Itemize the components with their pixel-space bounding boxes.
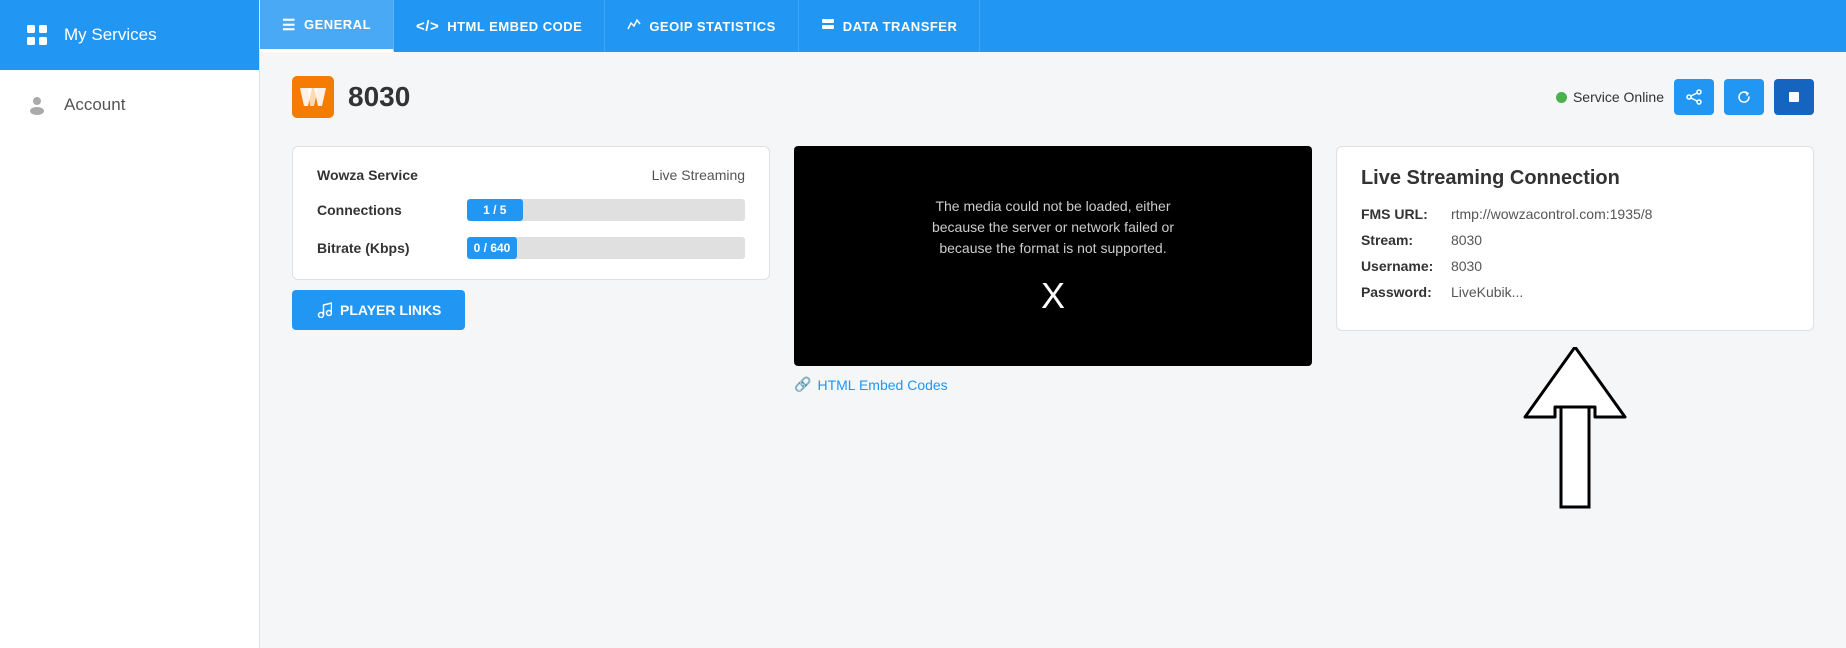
bitrate-row: Bitrate (Kbps) 0 / 640 [317, 237, 745, 259]
general-tab-label: General [304, 17, 371, 32]
share-icon [1686, 89, 1702, 105]
player-links-button[interactable]: PLAYER LINKS [292, 290, 465, 330]
arrow-up-svg [1515, 347, 1635, 527]
connection-panel: Live Streaming Connection FMS URL: rtmp:… [1336, 146, 1814, 331]
tab-data-transfer[interactable]: Data Transfer [799, 0, 981, 52]
password-row: Password: LiveKubik... [1361, 284, 1789, 300]
player-links-label: PLAYER LINKS [340, 302, 441, 318]
share-button[interactable] [1674, 79, 1714, 115]
sidebar-account-label: Account [64, 95, 125, 115]
connections-label: Connections [317, 202, 467, 218]
tab-bar: ☰ General </> HTML Embed Code GeoIP Stat… [260, 0, 1846, 52]
main-body: Wowza Service Live Streaming Connections… [292, 146, 1814, 527]
tab-geoip[interactable]: GeoIP Statistics [605, 0, 798, 52]
video-x-symbol: X [1041, 275, 1065, 317]
arrow-annotation [1336, 347, 1814, 527]
sidebar: My Services Account [0, 0, 260, 648]
connections-progress-fill: 1 / 5 [467, 199, 523, 221]
wowza-service-label: Wowza Service [317, 167, 467, 183]
username-row: Username: 8030 [1361, 258, 1789, 274]
connections-bar-text: 1 / 5 [483, 203, 506, 217]
data-transfer-tab-icon [821, 17, 835, 35]
username-label: Username: [1361, 258, 1451, 274]
connections-progress-bg: 1 / 5 [467, 199, 745, 221]
general-tab-icon: ☰ [282, 16, 296, 34]
html-embed-codes-link[interactable]: 🔗 HTML Embed Codes [794, 376, 1312, 393]
stop-icon [1787, 90, 1801, 104]
content-area: 8030 Service Online [260, 52, 1846, 648]
right-panel: Live Streaming Connection FMS URL: rtmp:… [1336, 146, 1814, 527]
service-title-group: 8030 [292, 76, 410, 118]
bitrate-progress-bg: 0 / 640 [467, 237, 745, 259]
sidebar-item-account[interactable]: Account [0, 70, 259, 140]
grid-icon [24, 22, 50, 48]
service-status-area: Service Online [1556, 79, 1814, 115]
fms-url-row: FMS URL: rtmp://wowzacontrol.com:1935/8 [1361, 206, 1789, 222]
sidebar-item-my-services[interactable]: My Services [0, 0, 259, 70]
bitrate-label: Bitrate (Kbps) [317, 240, 467, 256]
stop-button[interactable] [1774, 79, 1814, 115]
video-error-text: The media could not be loaded, either be… [913, 196, 1193, 259]
password-label: Password: [1361, 284, 1451, 300]
video-player: The media could not be loaded, either be… [794, 146, 1312, 366]
geoip-tab-icon [627, 17, 641, 35]
service-name: 8030 [348, 81, 410, 113]
wowza-service-value: Live Streaming [467, 167, 745, 183]
video-panel: The media could not be loaded, either be… [794, 146, 1312, 527]
username-value: 8030 [1451, 258, 1482, 274]
tab-general[interactable]: ☰ General [260, 0, 394, 52]
connections-progress-wrap: 1 / 5 [467, 199, 745, 221]
stream-label: Stream: [1361, 232, 1451, 248]
bottom-area: PLAYER LINKS [292, 290, 770, 330]
music-icon [316, 302, 332, 318]
info-panel: Wowza Service Live Streaming Connections… [292, 146, 770, 527]
status-dot [1556, 92, 1567, 103]
embed-link-icon: 🔗 [794, 376, 811, 393]
geoip-tab-label: GeoIP Statistics [649, 19, 775, 34]
embed-link-label: HTML Embed Codes [817, 377, 947, 393]
password-value: LiveKubik... [1451, 284, 1523, 300]
fms-url-label: FMS URL: [1361, 206, 1451, 222]
bitrate-progress-wrap: 0 / 640 [467, 237, 745, 259]
fms-url-value: rtmp://wowzacontrol.com:1935/8 [1451, 206, 1653, 222]
html-embed-tab-label: HTML Embed Code [447, 19, 582, 34]
html-embed-tab-icon: </> [416, 18, 439, 35]
person-icon [24, 92, 50, 118]
tab-html-embed[interactable]: </> HTML Embed Code [394, 0, 605, 52]
stream-value: 8030 [1451, 232, 1482, 248]
wowza-logo-svg [292, 76, 334, 118]
status-label: Service Online [1573, 89, 1664, 105]
stream-row: Stream: 8030 [1361, 232, 1789, 248]
data-transfer-tab-label: Data Transfer [843, 19, 958, 34]
refresh-button[interactable] [1724, 79, 1764, 115]
connections-row: Connections 1 / 5 [317, 199, 745, 221]
wowza-logo [292, 76, 334, 118]
wowza-service-row: Wowza Service Live Streaming [317, 167, 745, 183]
status-online-indicator: Service Online [1556, 89, 1664, 105]
sidebar-my-services-label: My Services [64, 25, 157, 45]
service-info-card: Wowza Service Live Streaming Connections… [292, 146, 770, 280]
connection-title: Live Streaming Connection [1361, 167, 1789, 190]
service-header: 8030 Service Online [292, 76, 1814, 118]
main-content: ☰ General </> HTML Embed Code GeoIP Stat… [260, 0, 1846, 648]
bitrate-bar-text: 0 / 640 [474, 241, 511, 255]
refresh-icon [1736, 89, 1752, 105]
bitrate-progress-fill: 0 / 640 [467, 237, 517, 259]
